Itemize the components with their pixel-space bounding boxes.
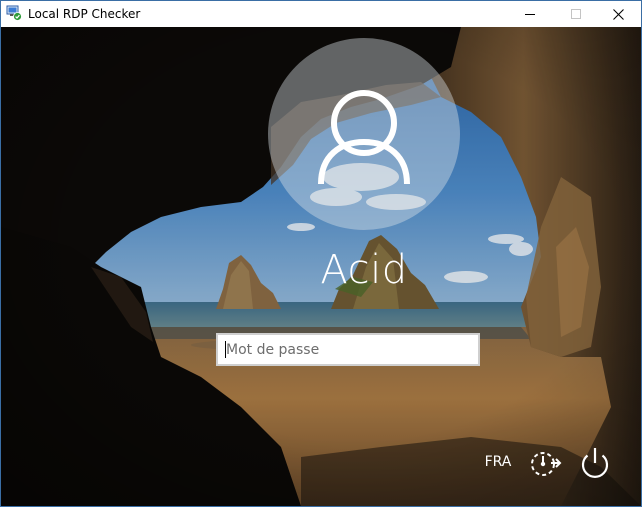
text-caret bbox=[225, 341, 226, 358]
maximize-icon bbox=[571, 9, 581, 19]
language-indicator[interactable]: FRA bbox=[477, 450, 519, 474]
rdp-checker-app-icon bbox=[6, 5, 22, 21]
maximize-button[interactable] bbox=[553, 1, 599, 27]
user-silhouette-icon bbox=[318, 90, 410, 185]
ease-of-access-button[interactable] bbox=[525, 444, 565, 480]
username-label: Acid bbox=[320, 247, 408, 293]
minimize-button[interactable] bbox=[507, 1, 553, 27]
power-button[interactable] bbox=[575, 444, 615, 480]
close-icon bbox=[612, 8, 624, 20]
minimize-icon bbox=[525, 14, 535, 15]
title-bar[interactable]: Local RDP Checker bbox=[1, 1, 641, 27]
ease-of-access-icon bbox=[531, 452, 562, 476]
power-icon bbox=[581, 448, 609, 478]
password-input[interactable] bbox=[218, 335, 478, 364]
app-window: Local RDP Checker Acid FRA bbox=[0, 0, 642, 507]
user-avatar bbox=[268, 38, 460, 230]
lock-screen: Acid FRA bbox=[1, 27, 641, 506]
window-title: Local RDP Checker bbox=[28, 7, 141, 21]
password-field-container[interactable] bbox=[216, 333, 480, 366]
close-button[interactable] bbox=[595, 1, 641, 27]
